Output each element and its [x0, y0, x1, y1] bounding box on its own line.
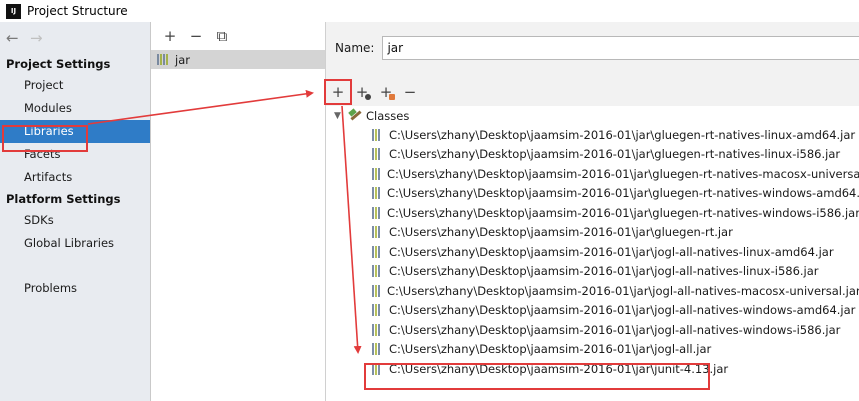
tree-item[interactable]: C:\Users\zhany\Desktop\jaamsim-2016-01\j…	[326, 203, 859, 223]
add-button-highlight-box	[324, 79, 352, 105]
jar-file-icon	[372, 206, 380, 219]
jar-file-icon	[372, 167, 380, 180]
tree-item[interactable]: C:\Users\zhany\Desktop\jaamsim-2016-01\j…	[326, 320, 859, 340]
library-name-input[interactable]	[382, 36, 859, 60]
tree-item[interactable]: C:\Users\zhany\Desktop\jaamsim-2016-01\j…	[326, 340, 859, 360]
tree-item-label: C:\Users\zhany\Desktop\jaamsim-2016-01\j…	[387, 205, 859, 220]
remove-classes-button[interactable]: −	[398, 82, 422, 102]
tree-item[interactable]: C:\Users\zhany\Desktop\jaamsim-2016-01\j…	[326, 164, 859, 184]
attach-badge-icon	[365, 94, 371, 100]
forward-arrow-icon[interactable]: →	[30, 30, 54, 46]
remove-library-button[interactable]: −	[183, 25, 209, 47]
tree-item-label: C:\Users\zhany\Desktop\jaamsim-2016-01\j…	[387, 283, 859, 298]
library-item-jar[interactable]: jar	[151, 50, 325, 69]
tree-item-label: C:\Users\zhany\Desktop\jaamsim-2016-01\j…	[389, 322, 841, 337]
tree-item-label: C:\Users\zhany\Desktop\jaamsim-2016-01\j…	[389, 127, 856, 142]
tree-item[interactable]: C:\Users\zhany\Desktop\jaamsim-2016-01\j…	[326, 184, 859, 204]
jar-badge-icon	[389, 94, 395, 100]
nav-arrows: ← →	[0, 22, 150, 54]
jar-file-icon	[372, 304, 382, 317]
jar-file-icon	[372, 187, 380, 200]
tree-item-label: C:\Users\zhany\Desktop\jaamsim-2016-01\j…	[389, 303, 856, 318]
tree-item-label: C:\Users\zhany\Desktop\jaamsim-2016-01\j…	[389, 342, 712, 357]
classes-root-label: Classes	[366, 108, 410, 123]
tree-item[interactable]: C:\Users\zhany\Desktop\jaamsim-2016-01\j…	[326, 125, 859, 145]
library-details-panel: Name: + + + − ▼ Classes C:\Users\zhany\D…	[326, 22, 859, 401]
tree-item-label: C:\Users\zhany\Desktop\jaamsim-2016-01\j…	[389, 147, 841, 162]
library-item-label: jar	[175, 52, 190, 67]
jar-file-icon	[372, 148, 382, 161]
classes-tree-root[interactable]: ▼ Classes	[326, 106, 859, 125]
title-bar: IJ Project Structure	[0, 0, 859, 22]
sidebar-item-modules[interactable]: Modules	[0, 97, 150, 120]
tree-item[interactable]: C:\Users\zhany\Desktop\jaamsim-2016-01\j…	[326, 262, 859, 282]
name-label: Name:	[335, 41, 375, 55]
classes-toolbar: + + + −	[326, 80, 859, 104]
classes-tree: ▼ Classes C:\Users\zhany\Desktop\jaamsim…	[326, 106, 859, 401]
libraries-highlight-box	[2, 125, 88, 152]
jar-file-icon	[372, 226, 382, 239]
library-list-panel: + − ⧉ jar	[151, 22, 326, 401]
jar-file-icon	[372, 284, 380, 297]
window-title: Project Structure	[27, 4, 128, 18]
name-row: Name:	[335, 36, 859, 60]
back-arrow-icon[interactable]: ←	[6, 30, 30, 46]
tree-item[interactable]: C:\Users\zhany\Desktop\jaamsim-2016-01\j…	[326, 145, 859, 165]
tree-item[interactable]: C:\Users\zhany\Desktop\jaamsim-2016-01\j…	[326, 242, 859, 262]
library-list-toolbar: + − ⧉	[151, 22, 325, 50]
tree-item-label: C:\Users\zhany\Desktop\jaamsim-2016-01\j…	[387, 186, 859, 201]
app-icon-text: IJ	[10, 6, 17, 15]
hammer-icon	[348, 110, 362, 122]
copy-library-icon[interactable]: ⧉	[209, 25, 235, 47]
add-library-button[interactable]: +	[157, 25, 183, 47]
add-jar-dependency-button[interactable]: +	[374, 82, 398, 102]
sidebar-item-global-libraries[interactable]: Global Libraries	[0, 232, 150, 255]
tree-item[interactable]: C:\Users\zhany\Desktop\jaamsim-2016-01\j…	[326, 281, 859, 301]
sidebar-item-sdks[interactable]: SDKs	[0, 209, 150, 232]
tree-item-label: C:\Users\zhany\Desktop\jaamsim-2016-01\j…	[387, 166, 859, 181]
intellij-app-icon: IJ	[6, 3, 21, 19]
platform-settings-header: Platform Settings	[6, 192, 121, 206]
project-settings-header: Project Settings	[6, 57, 111, 71]
library-icon	[157, 54, 170, 65]
sidebar-item-artifacts[interactable]: Artifacts	[0, 166, 150, 189]
sidebar-item-project[interactable]: Project	[0, 74, 150, 97]
sidebar-item-problems[interactable]: Problems	[0, 277, 150, 300]
tree-item-label: C:\Users\zhany\Desktop\jaamsim-2016-01\j…	[389, 264, 819, 279]
jar-file-icon	[372, 265, 382, 278]
junit-highlight-box	[364, 363, 710, 390]
jar-file-icon	[372, 128, 382, 141]
tree-item[interactable]: C:\Users\zhany\Desktop\jaamsim-2016-01\j…	[326, 223, 859, 243]
jar-file-icon	[372, 343, 382, 356]
tree-item-label: C:\Users\zhany\Desktop\jaamsim-2016-01\j…	[389, 225, 733, 240]
chevron-down-icon[interactable]: ▼	[334, 111, 348, 121]
tree-item-label: C:\Users\zhany\Desktop\jaamsim-2016-01\j…	[389, 244, 834, 259]
add-jar-directory-button[interactable]: +	[350, 82, 374, 102]
jar-file-icon	[372, 245, 382, 258]
tree-item[interactable]: C:\Users\zhany\Desktop\jaamsim-2016-01\j…	[326, 301, 859, 321]
jar-file-icon	[372, 323, 382, 336]
settings-sidebar: ← → Project Settings Project Modules Lib…	[0, 22, 151, 401]
